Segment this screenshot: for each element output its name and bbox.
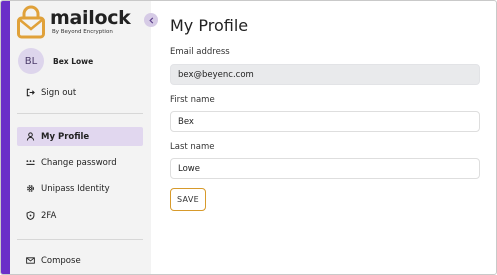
chevron-left-icon [148, 16, 155, 24]
dots-icon [26, 158, 35, 167]
sign-out-label: Sign out [41, 87, 77, 98]
user-name: Bex Lowe [53, 56, 94, 66]
user-card: BL Bex Lowe [18, 48, 93, 74]
sidebar-item-label: 2FA [41, 210, 57, 221]
sidebar-divider [17, 113, 143, 114]
sidebar-item-unipass-identity[interactable]: Unipass Identity [17, 179, 143, 198]
logo: mailock By Beyond Encryption [17, 5, 147, 39]
avatar: BL [18, 48, 44, 74]
email-label: Email address [170, 47, 230, 57]
save-button[interactable]: SAVE [170, 188, 206, 211]
person-icon [26, 132, 35, 141]
page-title: My Profile [170, 16, 249, 35]
sidebar-item-label: My Profile [41, 131, 90, 142]
sidebar-item-label: Unipass Identity [41, 183, 110, 194]
sidebar-item-label: Change password [41, 157, 117, 168]
accent-strip [1, 1, 10, 274]
sign-out-icon [26, 88, 35, 97]
sidebar: mailock By Beyond Encryption BL Bex Lowe… [10, 1, 151, 274]
collapse-sidebar-button[interactable] [144, 13, 158, 27]
sign-out-link[interactable]: Sign out [17, 83, 143, 102]
main-content: My Profile Email address bex@beyenc.com … [151, 1, 496, 274]
brand-tagline: By Beyond Encryption [52, 29, 113, 35]
sidebar-item-2fa[interactable]: 2FA [17, 206, 143, 225]
first-name-label: First name [170, 95, 215, 105]
last-name-field[interactable]: Lowe [170, 158, 480, 179]
brand-name: mailock [50, 7, 131, 29]
app-window: mailock By Beyond Encryption BL Bex Lowe… [0, 0, 497, 275]
gear-icon [26, 184, 35, 193]
compose-link[interactable]: Compose [17, 251, 143, 270]
last-name-label: Last name [170, 142, 215, 152]
logo-icon [17, 5, 45, 39]
sidebar-item-my-profile[interactable]: My Profile [17, 127, 143, 146]
shield-icon [26, 211, 35, 220]
sidebar-item-change-password[interactable]: Change password [17, 153, 143, 172]
email-field: bex@beyenc.com [170, 64, 480, 85]
mail-icon [26, 256, 35, 265]
first-name-field[interactable]: Bex [170, 111, 480, 132]
compose-label: Compose [41, 255, 81, 266]
sidebar-divider [17, 239, 143, 240]
